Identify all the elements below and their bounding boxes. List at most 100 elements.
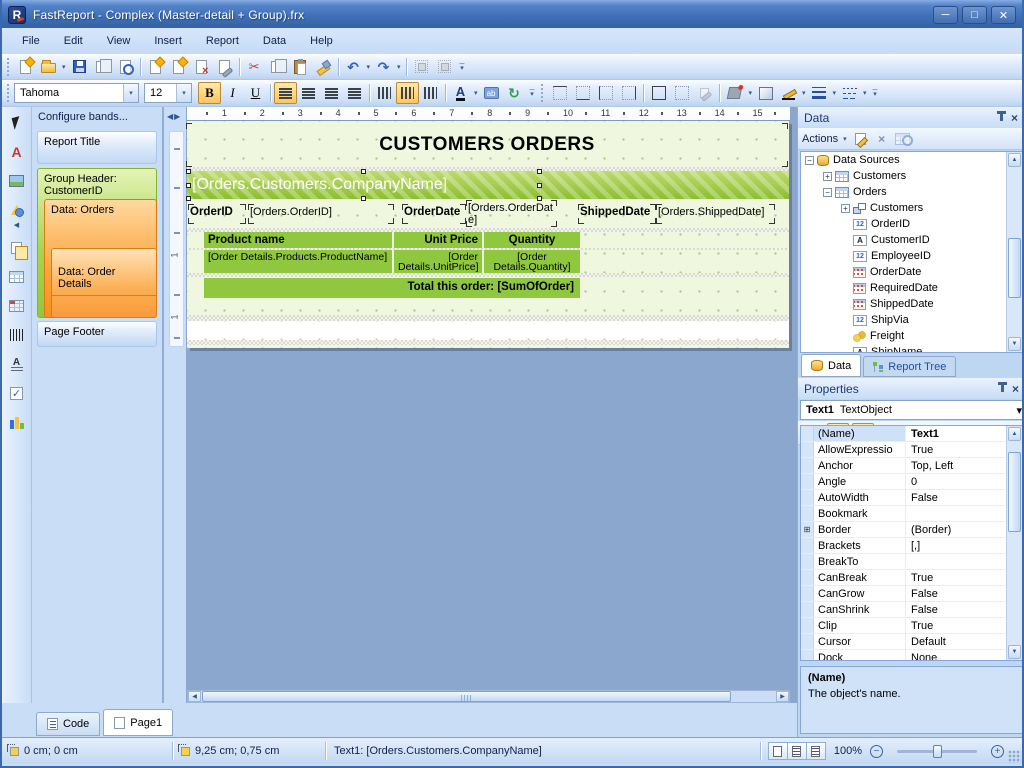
scroll-up-icon[interactable]: ▲ [1008, 153, 1021, 167]
new-report-button[interactable] [14, 56, 37, 78]
property-value[interactable]: Text1 [906, 426, 1022, 441]
open-button[interactable] [37, 56, 60, 78]
shipped-date-field-object[interactable]: [Orders.ShippedDate] [658, 206, 773, 222]
barcode-object-button[interactable] [6, 325, 28, 345]
text-object-button[interactable]: A [6, 142, 28, 162]
border-all-button[interactable] [647, 82, 670, 104]
toolbar-grip-2[interactable] [6, 84, 11, 102]
property-row-border[interactable]: ⊞Border(Border) [801, 522, 1022, 538]
company-name-object[interactable]: [Orders.Customers.CompanyName] [188, 172, 539, 198]
report-canvas[interactable]: 12345678910111213141516 CUSTOMERS ORDERS… [186, 107, 797, 703]
matrix-object-button[interactable] [6, 296, 28, 316]
shape-object-button[interactable] [6, 200, 28, 220]
highlight-button[interactable]: ab [480, 82, 503, 104]
menu-data[interactable]: Data [251, 32, 298, 50]
font-name-combo[interactable]: Tahoma ▾ [14, 83, 139, 103]
scroll-down-icon[interactable]: ▼ [1008, 645, 1021, 659]
tree-item-orderid[interactable]: 12OrderID [801, 216, 1022, 232]
align-justify-button[interactable] [343, 82, 366, 104]
page-footer-band[interactable] [187, 321, 789, 340]
canvas-horizontal-scrollbar[interactable]: ◀ ▶ [187, 690, 790, 703]
property-row-canshrink[interactable]: CanShrinkFalse [801, 602, 1022, 618]
fill-style-button[interactable] [754, 82, 777, 104]
valign-bottom-button[interactable] [419, 82, 442, 104]
checkbox-object-button[interactable]: ✓ [6, 383, 28, 403]
shape-flyout-arrow[interactable]: ◀ [14, 221, 19, 229]
font-size-dropdown[interactable]: ▾ [176, 84, 191, 102]
align-center-button[interactable] [297, 82, 320, 104]
property-row-cursor[interactable]: CursorDefault [801, 634, 1022, 650]
property-row-canbreak[interactable]: CanBreakTrue [801, 570, 1022, 586]
report-page[interactable]: CUSTOMERS ORDERS [Orders.Customers.Compa… [187, 121, 789, 348]
property-value[interactable]: True [906, 618, 1022, 633]
tree-item-customerid[interactable]: ACustomerID [801, 232, 1022, 248]
object-selector-dropdown[interactable]: ▾ [1016, 404, 1022, 417]
menu-view[interactable]: View [95, 32, 143, 50]
save-button[interactable] [68, 56, 91, 78]
group-button[interactable] [410, 56, 433, 78]
save-all-button[interactable] [91, 56, 114, 78]
scrollbar-thumb[interactable] [202, 691, 731, 702]
view-mode-whole-page-button[interactable] [787, 742, 807, 760]
column-product-name[interactable]: Product name [204, 232, 394, 248]
property-value[interactable]: Top, Left [906, 458, 1022, 473]
redo-button[interactable]: ↷ [372, 56, 395, 78]
view-mode-100-button[interactable] [806, 742, 826, 760]
valign-center-button[interactable] [396, 82, 419, 104]
close-button[interactable]: ✕ [991, 6, 1016, 24]
table-object-button[interactable] [6, 267, 28, 287]
maximize-button[interactable]: □ [962, 6, 987, 24]
toolbar-overflow[interactable]: ─▾ [458, 61, 467, 73]
properties-scrollbar[interactable]: ▲ ▼ [1006, 426, 1022, 660]
zoom-slider[interactable] [897, 750, 977, 753]
resize-grip[interactable] [1008, 750, 1021, 763]
fill-color-dropdown[interactable]: ▾ [746, 89, 754, 97]
line-style-dropdown[interactable]: ▾ [861, 89, 869, 97]
data-panel-close-icon[interactable]: × [1011, 113, 1018, 123]
property-row-allowexpressio[interactable]: AllowExpressioTrue [801, 442, 1022, 458]
cut-button[interactable]: ✂ [243, 56, 266, 78]
scrollbar-thumb[interactable] [1008, 452, 1021, 532]
delete-datasource-button[interactable]: × [873, 131, 891, 147]
open-dropdown[interactable]: ▾ [60, 63, 68, 71]
property-value[interactable] [906, 506, 1022, 521]
collapse-icon[interactable]: − [823, 188, 832, 197]
column-unit-price[interactable]: Unit Price [394, 232, 484, 248]
toolbar-border-overflow[interactable]: ─▾ [871, 87, 880, 99]
property-value[interactable]: True [906, 442, 1022, 457]
tab-code[interactable]: Code [36, 712, 100, 736]
undo-dropdown[interactable]: ▾ [365, 63, 373, 71]
tree-item-customers[interactable]: +Customers [801, 168, 1022, 184]
redo-dropdown[interactable]: ▾ [395, 63, 403, 71]
tree-item-shippeddate[interactable]: ShippedDate [801, 296, 1022, 312]
order-id-field-object[interactable]: [Orders.OrderID] [250, 206, 392, 222]
bold-button[interactable]: B [198, 82, 221, 104]
property-row-brackets[interactable]: Brackets[,] [801, 538, 1022, 554]
view-data-button[interactable] [894, 131, 912, 147]
valign-top-button[interactable] [373, 82, 396, 104]
band-data-order-details[interactable]: Data: Order Details Footer [51, 248, 157, 318]
tree-item-customers[interactable]: +Customers [801, 200, 1022, 216]
toolbar-grip[interactable] [6, 58, 11, 76]
line-color-button[interactable] [777, 82, 800, 104]
scroll-up-icon[interactable]: ▲ [1008, 427, 1021, 441]
property-value[interactable]: False [906, 602, 1022, 617]
property-row-autowidth[interactable]: AutoWidthFalse [801, 490, 1022, 506]
richtext-object-button[interactable]: A [6, 354, 28, 374]
align-left-button[interactable] [274, 82, 297, 104]
page-settings-button[interactable] [213, 56, 236, 78]
paste-button[interactable] [289, 56, 312, 78]
order-date-field-object[interactable]: [Orders.OrderDate] [468, 202, 555, 225]
tree-item-shipname[interactable]: AShipName [801, 344, 1022, 353]
border-props-button[interactable] [693, 82, 716, 104]
property-value[interactable]: None [906, 650, 1022, 661]
pin-icon[interactable] [1000, 114, 1003, 121]
edit-datasource-button[interactable] [852, 131, 870, 147]
border-none-button[interactable] [670, 82, 693, 104]
order-id-label-object[interactable]: OrderID [190, 206, 244, 222]
border-bottom-button[interactable] [571, 82, 594, 104]
format-painter-button[interactable] [312, 56, 335, 78]
band-report-title[interactable]: Report Title [37, 131, 157, 164]
object-selector-combo[interactable]: Text1 TextObject ▾ [800, 400, 1023, 420]
property-value[interactable]: True [906, 570, 1022, 585]
